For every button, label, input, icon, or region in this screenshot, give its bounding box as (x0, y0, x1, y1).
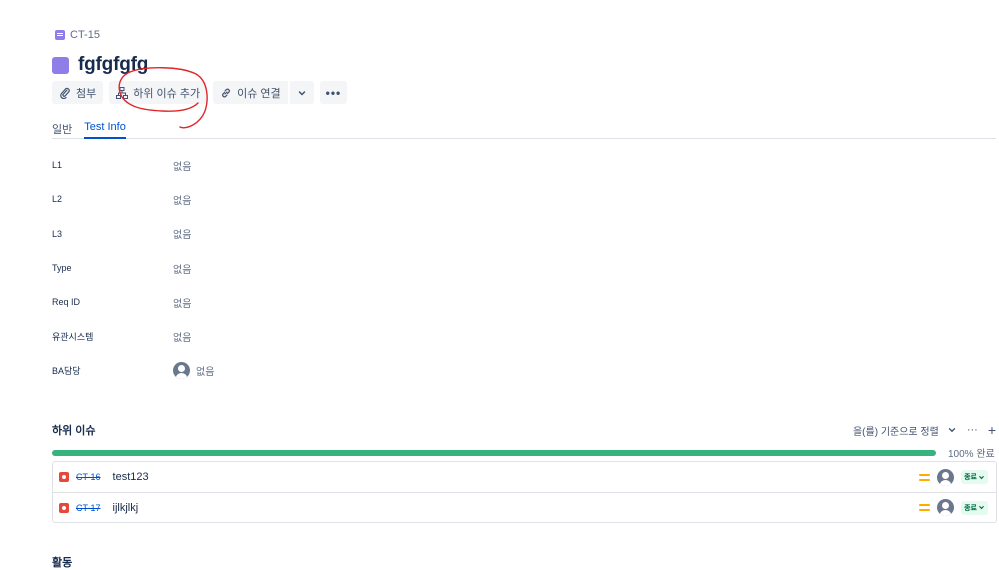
list-item[interactable]: CT-16 test123 종료 (53, 462, 996, 492)
issue-summary[interactable]: test123 (113, 471, 149, 483)
tab-general[interactable]: 일반 (52, 118, 72, 139)
link-icon (222, 88, 230, 97)
avatar-icon (173, 362, 190, 380)
link-issue-button[interactable]: 이슈 연결 (213, 81, 288, 104)
attach-label: 첨부 (76, 87, 97, 100)
issue-key[interactable]: CT-17 (76, 503, 101, 513)
priority-medium-icon (919, 504, 931, 511)
breadcrumb-key[interactable]: CT-15 (70, 29, 100, 41)
issue-title-row: fgfgfgfg (52, 54, 148, 76)
issue-summary[interactable]: ijlkjlkj (113, 502, 139, 514)
attach-button[interactable]: 첨부 (52, 81, 104, 104)
field-label: L2 (52, 194, 63, 205)
field-row-l3: L3 없음 (52, 217, 652, 251)
field-label: 유관시스템 (52, 332, 94, 343)
field-value[interactable]: 없음 (173, 329, 191, 344)
field-label: Req ID (52, 297, 81, 308)
list-item[interactable]: CT-17 ijlkjlkj 종료 (53, 492, 996, 522)
field-row-l2: L2 없음 (52, 182, 652, 216)
status-label: 종료 (964, 474, 977, 481)
bug-icon (59, 502, 69, 513)
field-row-req-id: Req ID 없음 (52, 285, 652, 319)
field-list: L1 없음 L2 없음 L3 없음 Type 없음 Req ID 없음 유관시스… (52, 148, 652, 388)
issue-tabs: 일반 Test Info (52, 118, 996, 139)
chevron-down-icon (979, 475, 984, 479)
field-value[interactable]: 없음 (173, 192, 191, 207)
field-value: 없음 (196, 367, 215, 379)
sort-dropdown[interactable]: 을(를) 기준으로 정렬 (853, 423, 957, 438)
add-child-issue-label: 하위 이슈 추가 (133, 87, 201, 100)
more-actions-button[interactable]: ••• (319, 81, 348, 104)
child-issue-icon (116, 86, 129, 99)
sort-label: 을(를) 기준으로 정렬 (852, 426, 939, 438)
field-row-ba-owner: BA담당 없음 (52, 354, 652, 388)
issue-key[interactable]: CT-16 (76, 472, 101, 482)
field-value[interactable]: 없음 (173, 226, 191, 241)
assignee-picker[interactable]: 없음 (173, 362, 215, 380)
issue-toolbar: 첨부 하위 이슈 추가 이슈 연결 ••• (52, 81, 348, 104)
field-value[interactable]: 없음 (173, 261, 191, 276)
status-badge[interactable]: 종료 (961, 500, 988, 515)
progress-text: 100% 완료 (948, 449, 995, 460)
issue-meta: 종료 (919, 468, 988, 486)
status-badge[interactable]: 종료 (961, 470, 988, 484)
child-issues-heading: 하위 이슈 (52, 425, 96, 437)
avatar-icon[interactable] (937, 468, 955, 486)
child-issues-actions: 을(를) 기준으로 정렬 ··· + (853, 422, 996, 438)
field-label: L3 (52, 228, 63, 239)
field-value[interactable]: 없음 (173, 158, 191, 173)
chevron-down-icon (948, 428, 955, 433)
page-title[interactable]: fgfgfgfg (78, 54, 148, 76)
progress-bar (52, 449, 936, 456)
child-issues-progress: 100% 완료 (52, 445, 996, 460)
breadcrumb[interactable]: CT-15 (55, 29, 100, 41)
field-row-type: Type 없음 (52, 251, 652, 285)
priority-medium-icon (919, 473, 931, 481)
issue-type-icon (55, 30, 65, 40)
link-issue-dropdown[interactable] (288, 81, 314, 104)
bug-icon (59, 472, 69, 482)
field-value[interactable]: 없음 (173, 295, 191, 310)
status-label: 종료 (964, 504, 977, 512)
avatar-icon[interactable] (937, 499, 955, 516)
issue-meta: 종료 (919, 499, 988, 516)
field-label: L1 (52, 160, 63, 171)
add-child-issue-button[interactable]: 하위 이슈 추가 (109, 81, 208, 104)
field-label: Type (52, 263, 72, 274)
chevron-down-icon (979, 506, 984, 510)
link-issue-label: 이슈 연결 (237, 87, 281, 100)
child-issues-header: 하위 이슈 을(를) 기준으로 정렬 ··· + (52, 422, 996, 438)
chevron-down-icon (298, 90, 305, 96)
add-child-issue-icon[interactable]: + (988, 422, 996, 438)
paperclip-icon (60, 87, 70, 99)
child-issues-list: CT-16 test123 종료 CT-17 ijlkjlkj 종료 (52, 461, 997, 523)
field-row-l1: L1 없음 (52, 148, 652, 182)
field-label: BA담당 (52, 366, 81, 377)
issue-type-icon-large (52, 56, 69, 74)
field-row-related-system: 유관시스템 없음 (52, 319, 652, 353)
activity-heading: 활동 (52, 557, 73, 569)
more-icon: ••• (325, 85, 342, 100)
tab-test-info[interactable]: Test Info (84, 118, 126, 139)
child-issues-more-icon[interactable]: ··· (967, 424, 978, 436)
